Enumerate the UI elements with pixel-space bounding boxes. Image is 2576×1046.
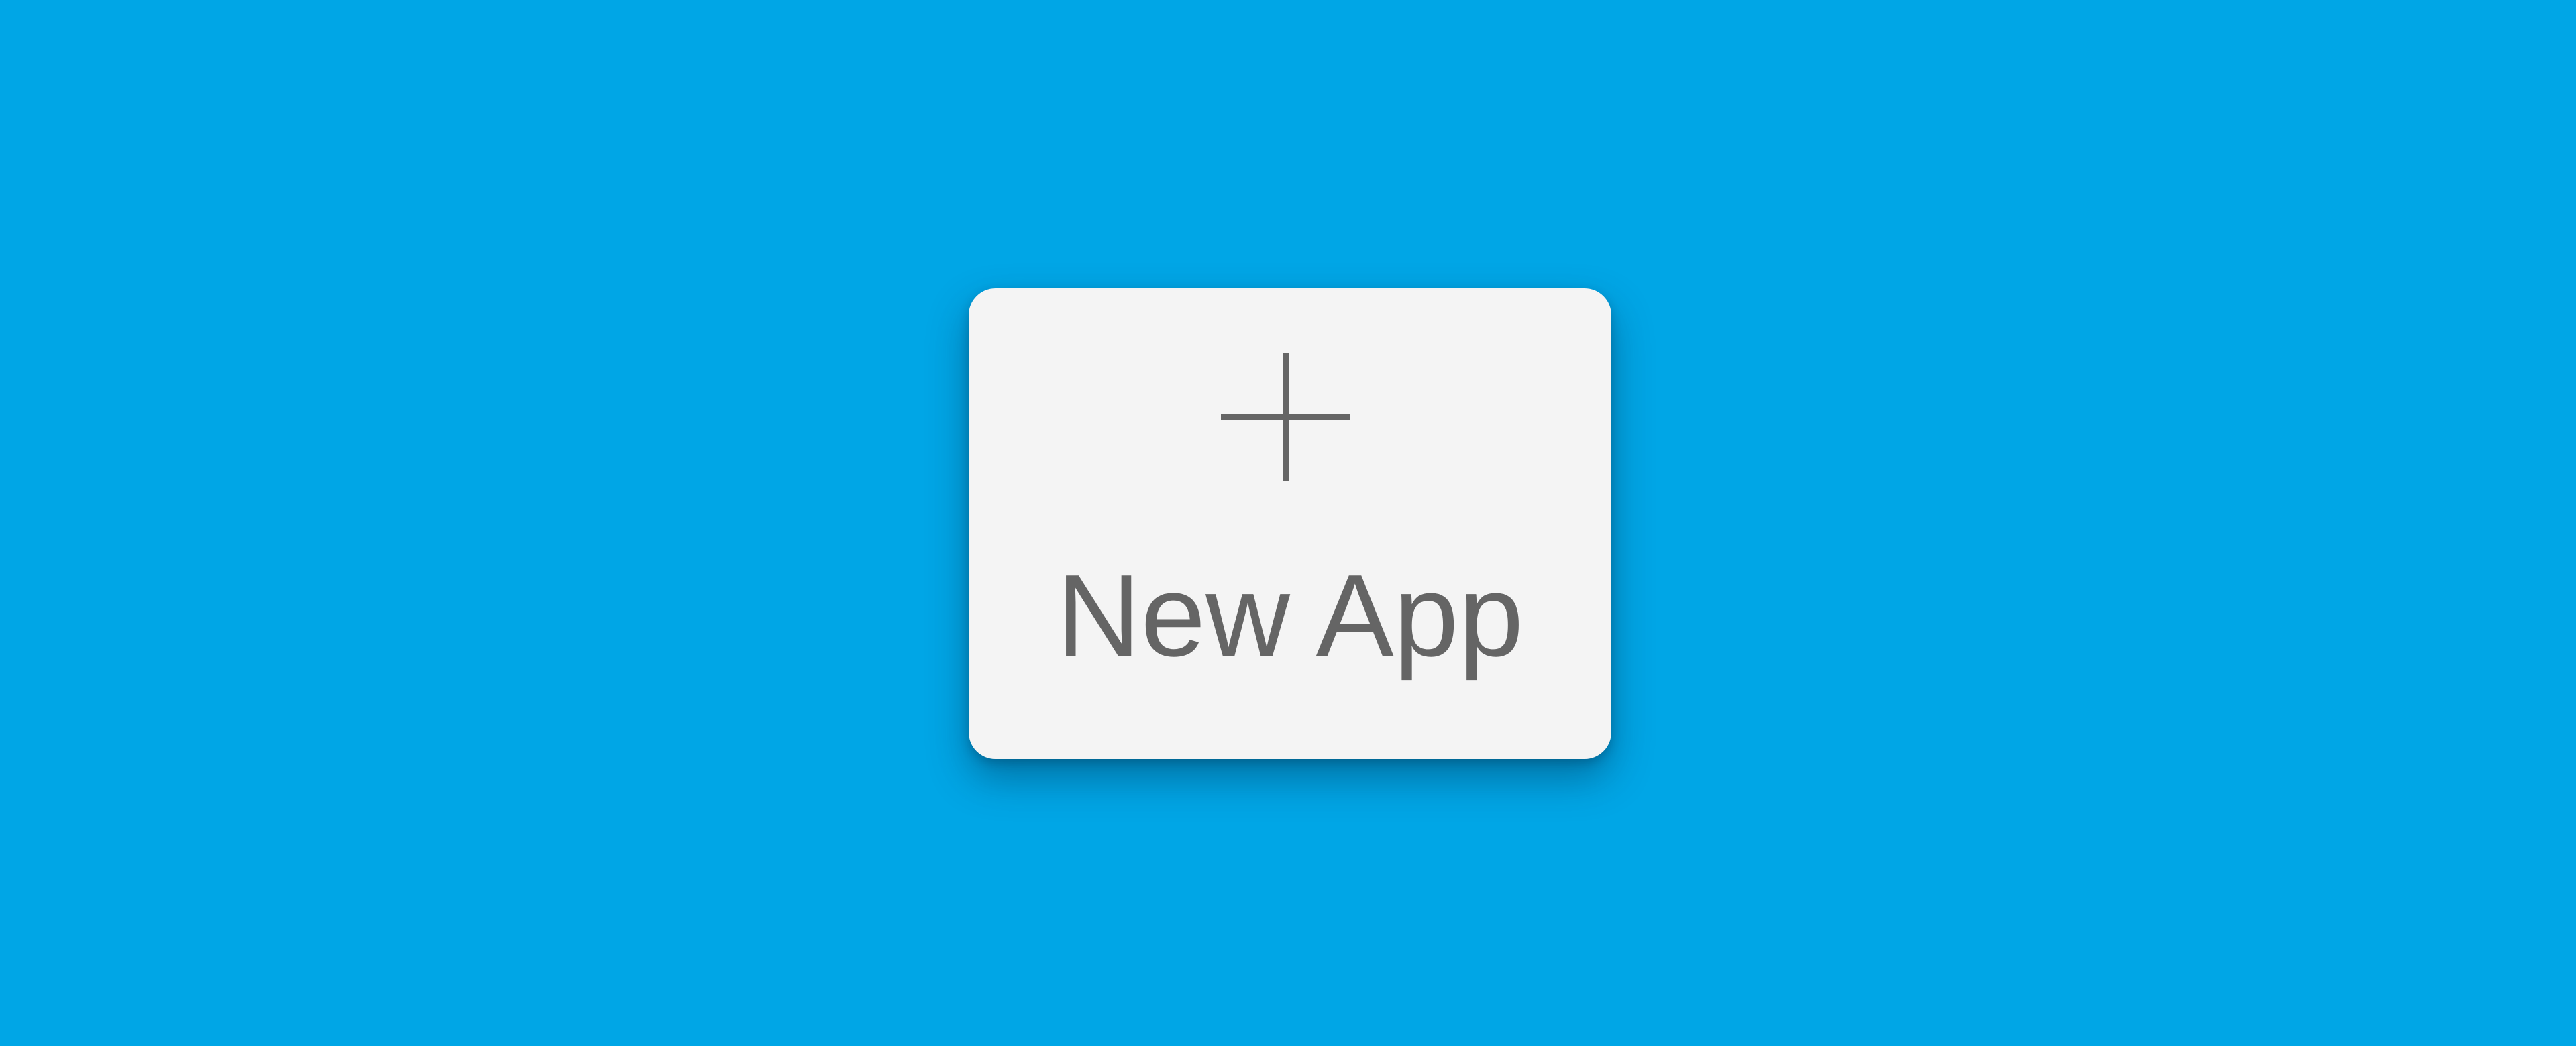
- new-app-label: New App: [1056, 550, 1524, 681]
- new-app-button[interactable]: New App: [969, 288, 1611, 759]
- plus-icon: [1221, 353, 1350, 481]
